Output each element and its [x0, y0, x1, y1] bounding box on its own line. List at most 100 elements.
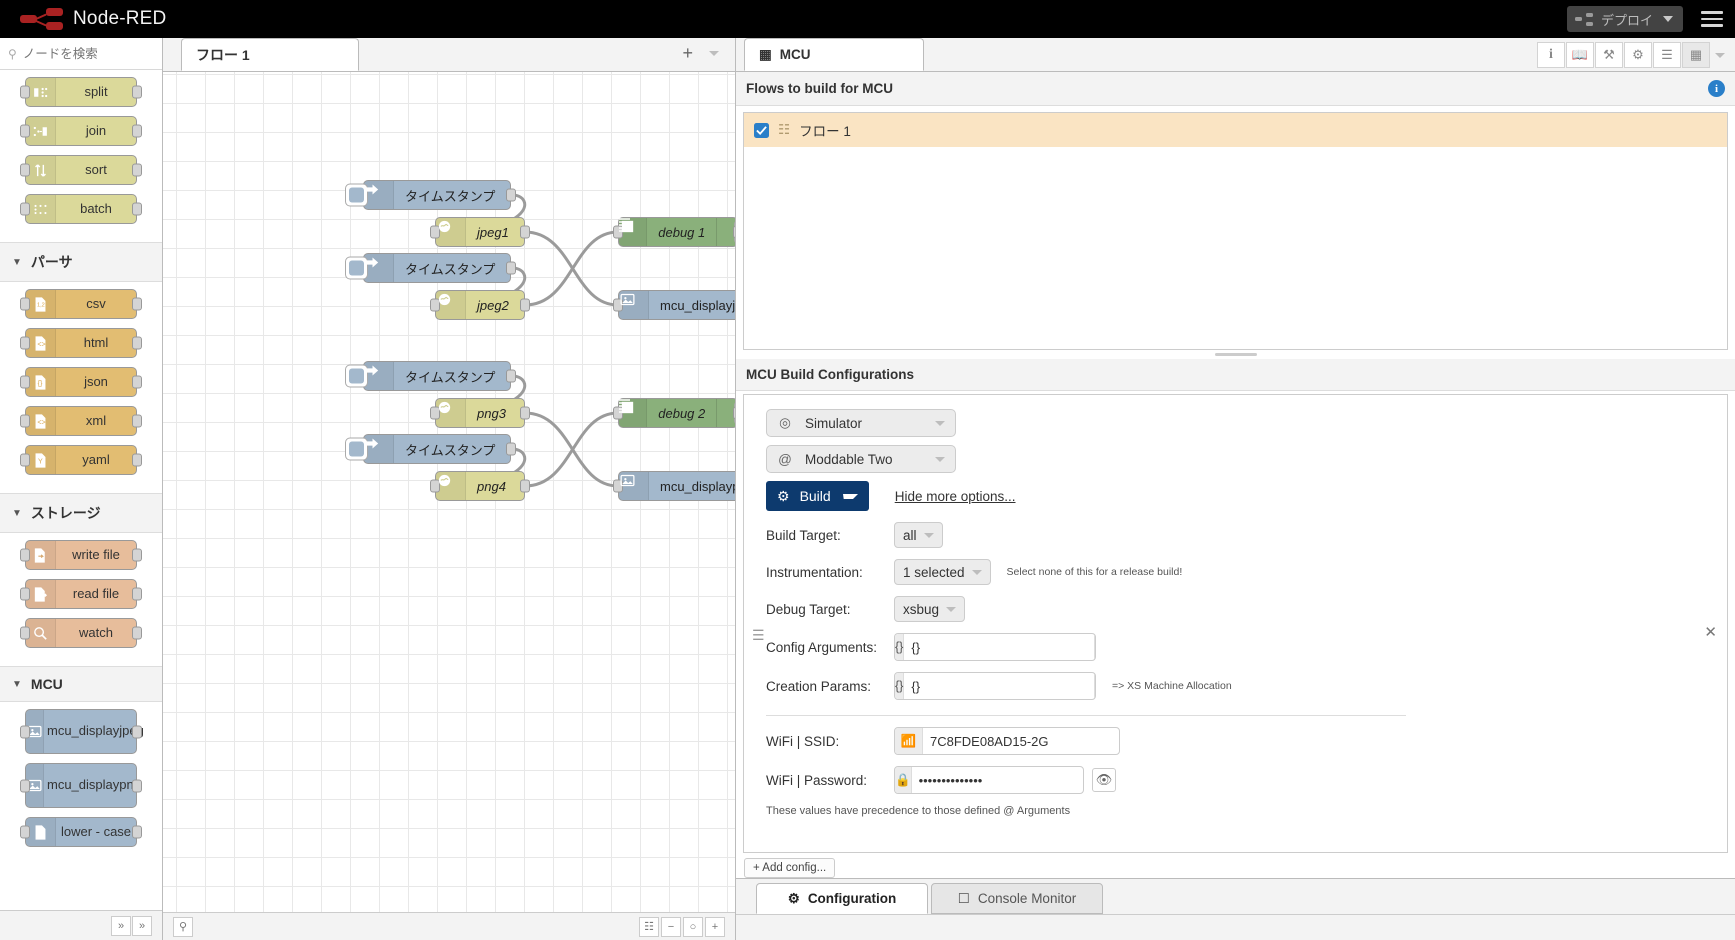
palette-node-lower---case[interactable]: lower - case [20, 817, 142, 847]
node-output-port[interactable] [132, 587, 142, 601]
node-input-port[interactable] [20, 779, 30, 792]
node-output-port[interactable] [132, 453, 142, 467]
flow-node-debug2[interactable]: debug 2 [613, 398, 735, 428]
tab-mcu[interactable]: ▦ MCU [744, 38, 924, 71]
node-output-port[interactable] [506, 442, 516, 456]
palette-node-sort[interactable]: sort [20, 155, 142, 185]
node-output-port[interactable] [506, 188, 516, 202]
layout-icon[interactable]: ☷ [639, 916, 659, 937]
drag-handle-icon[interactable]: ☰ [752, 627, 765, 644]
deploy-dropdown-icon[interactable] [1663, 16, 1673, 22]
palette-node-mcu_displayjpeg[interactable]: mcu_displayjpeg [20, 709, 144, 754]
flow-node-png4[interactable]: png4 [430, 471, 530, 501]
flow-build-row[interactable]: ☷ フロー 1 [744, 113, 1727, 147]
node-output-port[interactable] [520, 225, 530, 239]
flow-node-jpeg1[interactable]: jpeg1 [430, 217, 530, 247]
add-flow-icon[interactable]: + [682, 43, 693, 64]
context-layers-icon[interactable]: ☰ [1653, 42, 1681, 68]
palette-node-mcu_displaypng[interactable]: mcu_displaypng [20, 763, 142, 808]
wifi-ssid-input[interactable] [923, 733, 1119, 749]
palette-search[interactable]: ⚲ [0, 38, 162, 70]
canvas-search-icon[interactable]: ⚲ [173, 916, 193, 937]
flow-build-checkbox[interactable] [754, 122, 769, 138]
node-output-port[interactable] [733, 225, 735, 239]
node-output-port[interactable] [132, 297, 142, 311]
deploy-button[interactable]: デプロイ [1566, 6, 1683, 32]
flow-menu-chevron-down-icon[interactable] [709, 51, 719, 56]
hamburger-icon[interactable] [1701, 7, 1723, 31]
node-input-port[interactable] [20, 375, 30, 389]
debug-target-select[interactable]: xsbug [894, 596, 966, 622]
config-arguments-more-button[interactable]: ••• [1094, 634, 1095, 660]
info-icon[interactable]: i [1708, 80, 1725, 97]
node-input-port[interactable] [20, 124, 30, 138]
wifi-password-input[interactable] [911, 772, 1083, 788]
config-gear-icon[interactable]: ⚙ [1624, 42, 1652, 68]
node-input-port[interactable] [20, 453, 30, 467]
node-output-port[interactable] [132, 85, 142, 99]
node-input-port[interactable] [20, 587, 30, 601]
node-output-port[interactable] [520, 479, 530, 493]
config-arguments-group[interactable]: {} ••• [894, 633, 1096, 661]
flow-node-debug1[interactable]: debug 1 [613, 217, 735, 247]
node-output-port[interactable] [132, 375, 142, 389]
tab-console-monitor[interactable]: ☐ Console Monitor [931, 883, 1103, 914]
more-options-link[interactable]: Hide more options... [895, 489, 1016, 504]
config-arguments-input[interactable] [904, 639, 1095, 655]
palette-node-html[interactable]: <> html [20, 328, 142, 358]
node-output-port[interactable] [132, 163, 142, 177]
build-target-select[interactable]: all [894, 522, 943, 548]
sidebar-chevron-down-icon[interactable] [1711, 42, 1729, 68]
flow-node-ts4[interactable]: タイムスタンプ [345, 434, 516, 464]
flow-node-ts3[interactable]: タイムスタンプ [345, 361, 516, 391]
node-output-port[interactable] [132, 825, 142, 839]
node-input-port[interactable] [20, 725, 30, 738]
search-input[interactable] [22, 46, 154, 61]
wifi-password-group[interactable]: 🔒 [894, 766, 1084, 794]
palette-node-split[interactable]: split [20, 77, 142, 107]
node-input-port[interactable] [20, 163, 30, 177]
wifi-ssid-group[interactable]: 📶 [894, 727, 1120, 755]
expand-all-icon[interactable]: » [132, 915, 152, 936]
tab-configuration[interactable]: ⚙ Configuration [756, 883, 928, 914]
build-button[interactable]: ⚙ Build [766, 481, 869, 511]
palette-node-yaml[interactable]: Yyaml [20, 445, 142, 475]
flow-node-jpeg2[interactable]: jpeg2 [430, 290, 530, 320]
collapse-all-icon[interactable]: » [111, 915, 131, 936]
close-icon[interactable]: ✕ [1704, 623, 1717, 641]
flow-node-mcupng[interactable]: mcu_displaypng [613, 471, 735, 501]
node-input-port[interactable] [20, 297, 30, 311]
help-book-icon[interactable]: 📖 [1566, 42, 1594, 68]
node-input-port[interactable] [20, 336, 30, 350]
node-input-port[interactable] [20, 202, 30, 216]
node-output-port[interactable] [132, 202, 142, 216]
zoom-reset-button[interactable]: ○ [683, 916, 703, 937]
node-input-port[interactable] [20, 548, 30, 562]
node-input-port[interactable] [20, 414, 30, 428]
node-input-port[interactable] [20, 825, 30, 839]
creation-params-more-button[interactable]: ••• [1094, 673, 1095, 699]
palette-node-xml[interactable]: <> xml [20, 406, 142, 436]
creation-params-input[interactable] [904, 678, 1095, 694]
node-output-port[interactable] [132, 336, 142, 350]
node-output-port[interactable] [506, 261, 516, 275]
node-output-port[interactable] [132, 725, 142, 738]
device-select[interactable]: @ Moddable Two [766, 445, 956, 473]
palette-node-watch[interactable]: watch [20, 618, 142, 648]
zoom-out-button[interactable]: − [661, 916, 681, 937]
mcu-chip-icon[interactable]: ▦ [1682, 42, 1710, 68]
node-output-port[interactable] [520, 406, 530, 420]
palette-node-read-file[interactable]: read file [20, 579, 142, 609]
palette-node-write-file[interactable]: write file [20, 540, 142, 570]
palette-node-batch[interactable]: batch [20, 194, 142, 224]
eye-icon[interactable]: 👁 [1092, 768, 1116, 792]
flow-node-png3[interactable]: png3 [430, 398, 530, 428]
creation-params-group[interactable]: {} ••• [894, 672, 1096, 700]
node-input-port[interactable] [20, 85, 30, 99]
palette-category-MCU[interactable]: ▼ MCU [0, 666, 162, 702]
node-output-port[interactable] [733, 406, 735, 420]
build-chevron-down-icon[interactable] [842, 493, 858, 499]
palette-node-join[interactable]: join [20, 116, 142, 146]
node-output-port[interactable] [132, 124, 142, 138]
palette-category-ストレージ[interactable]: ▼ ストレージ [0, 493, 162, 533]
